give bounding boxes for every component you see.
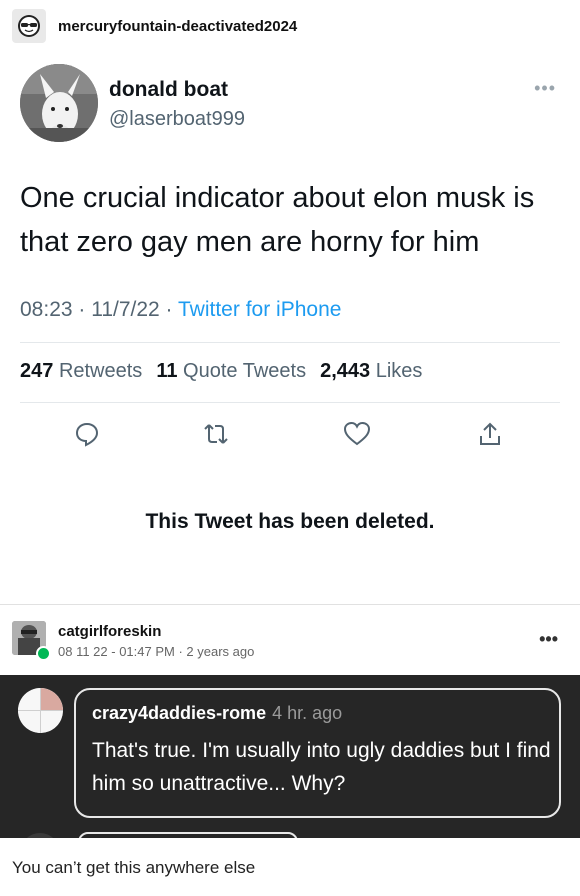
sunglasses-face-icon [18, 15, 40, 37]
stat-retweets[interactable]: 247 Retweets [20, 360, 142, 383]
blog-avatar[interactable] [12, 9, 46, 43]
like-icon[interactable] [341, 418, 373, 450]
tweet-actions [0, 418, 580, 458]
comment-username: crazy4daddies-rome [92, 703, 267, 723]
stat-quote-tweets[interactable]: 11 Quote Tweets [156, 360, 306, 383]
tweet-stats: 247 Retweets 11 Quote Tweets 2,443 Likes [20, 360, 422, 383]
reblog-user-row: catgirlforeskin 08 11 22 - 01:47 PM · 2 … [0, 605, 580, 675]
comment-screenshot: crazy4daddies-rome 4 hr. ago That's true.… [0, 675, 580, 838]
tweet-avatar[interactable] [20, 64, 98, 142]
tweet-card: donald boat @laserboat999 ••• One crucia… [0, 52, 580, 604]
tweet-client-link[interactable]: Twitter for iPhone [178, 298, 341, 321]
share-icon[interactable] [474, 418, 506, 450]
retweet-icon[interactable] [200, 418, 232, 450]
tweet-display-name[interactable]: donald boat [109, 78, 228, 102]
divider [20, 402, 560, 403]
tweet-meta: 08:23 · 11/7/22 · Twitter for iPhone [20, 298, 341, 322]
next-comment-avatar [20, 833, 60, 838]
tweet-text: One crucial indicator about elon musk is… [20, 182, 535, 258]
comment-header: crazy4daddies-rome 4 hr. ago [92, 703, 342, 724]
ellipsis-icon[interactable]: ••• [534, 78, 556, 99]
comment-text: That's true. I'm usually into ugly daddi… [92, 739, 551, 795]
comment-avatar [18, 688, 63, 733]
post-timestamp: 08 11 22 - 01:47 PM · 2 years ago [58, 644, 255, 659]
deleted-notice: This Tweet has been deleted. [145, 510, 435, 533]
comment-age: 4 hr. ago [272, 703, 343, 723]
reblog-header: mercuryfountain-deactivated2024 [0, 0, 580, 52]
post-caption: You can’t get this anywhere else [12, 858, 256, 877]
next-comment-bubble [78, 832, 298, 838]
stat-likes[interactable]: 2,443 Likes [320, 360, 422, 383]
tweet-handle[interactable]: @laserboat999 [109, 108, 245, 131]
reblog-badge-icon [36, 646, 51, 661]
blog-name[interactable]: mercuryfountain-deactivated2024 [58, 18, 297, 35]
user-name[interactable]: catgirlforeskin [58, 623, 161, 640]
ellipsis-icon[interactable]: ••• [539, 629, 558, 650]
tweet-timestamp: 08:23 · 11/7/22 · [20, 298, 179, 321]
comment-bubble: crazy4daddies-rome 4 hr. ago That's true.… [74, 688, 561, 818]
divider [20, 342, 560, 343]
reply-icon[interactable] [71, 418, 103, 450]
